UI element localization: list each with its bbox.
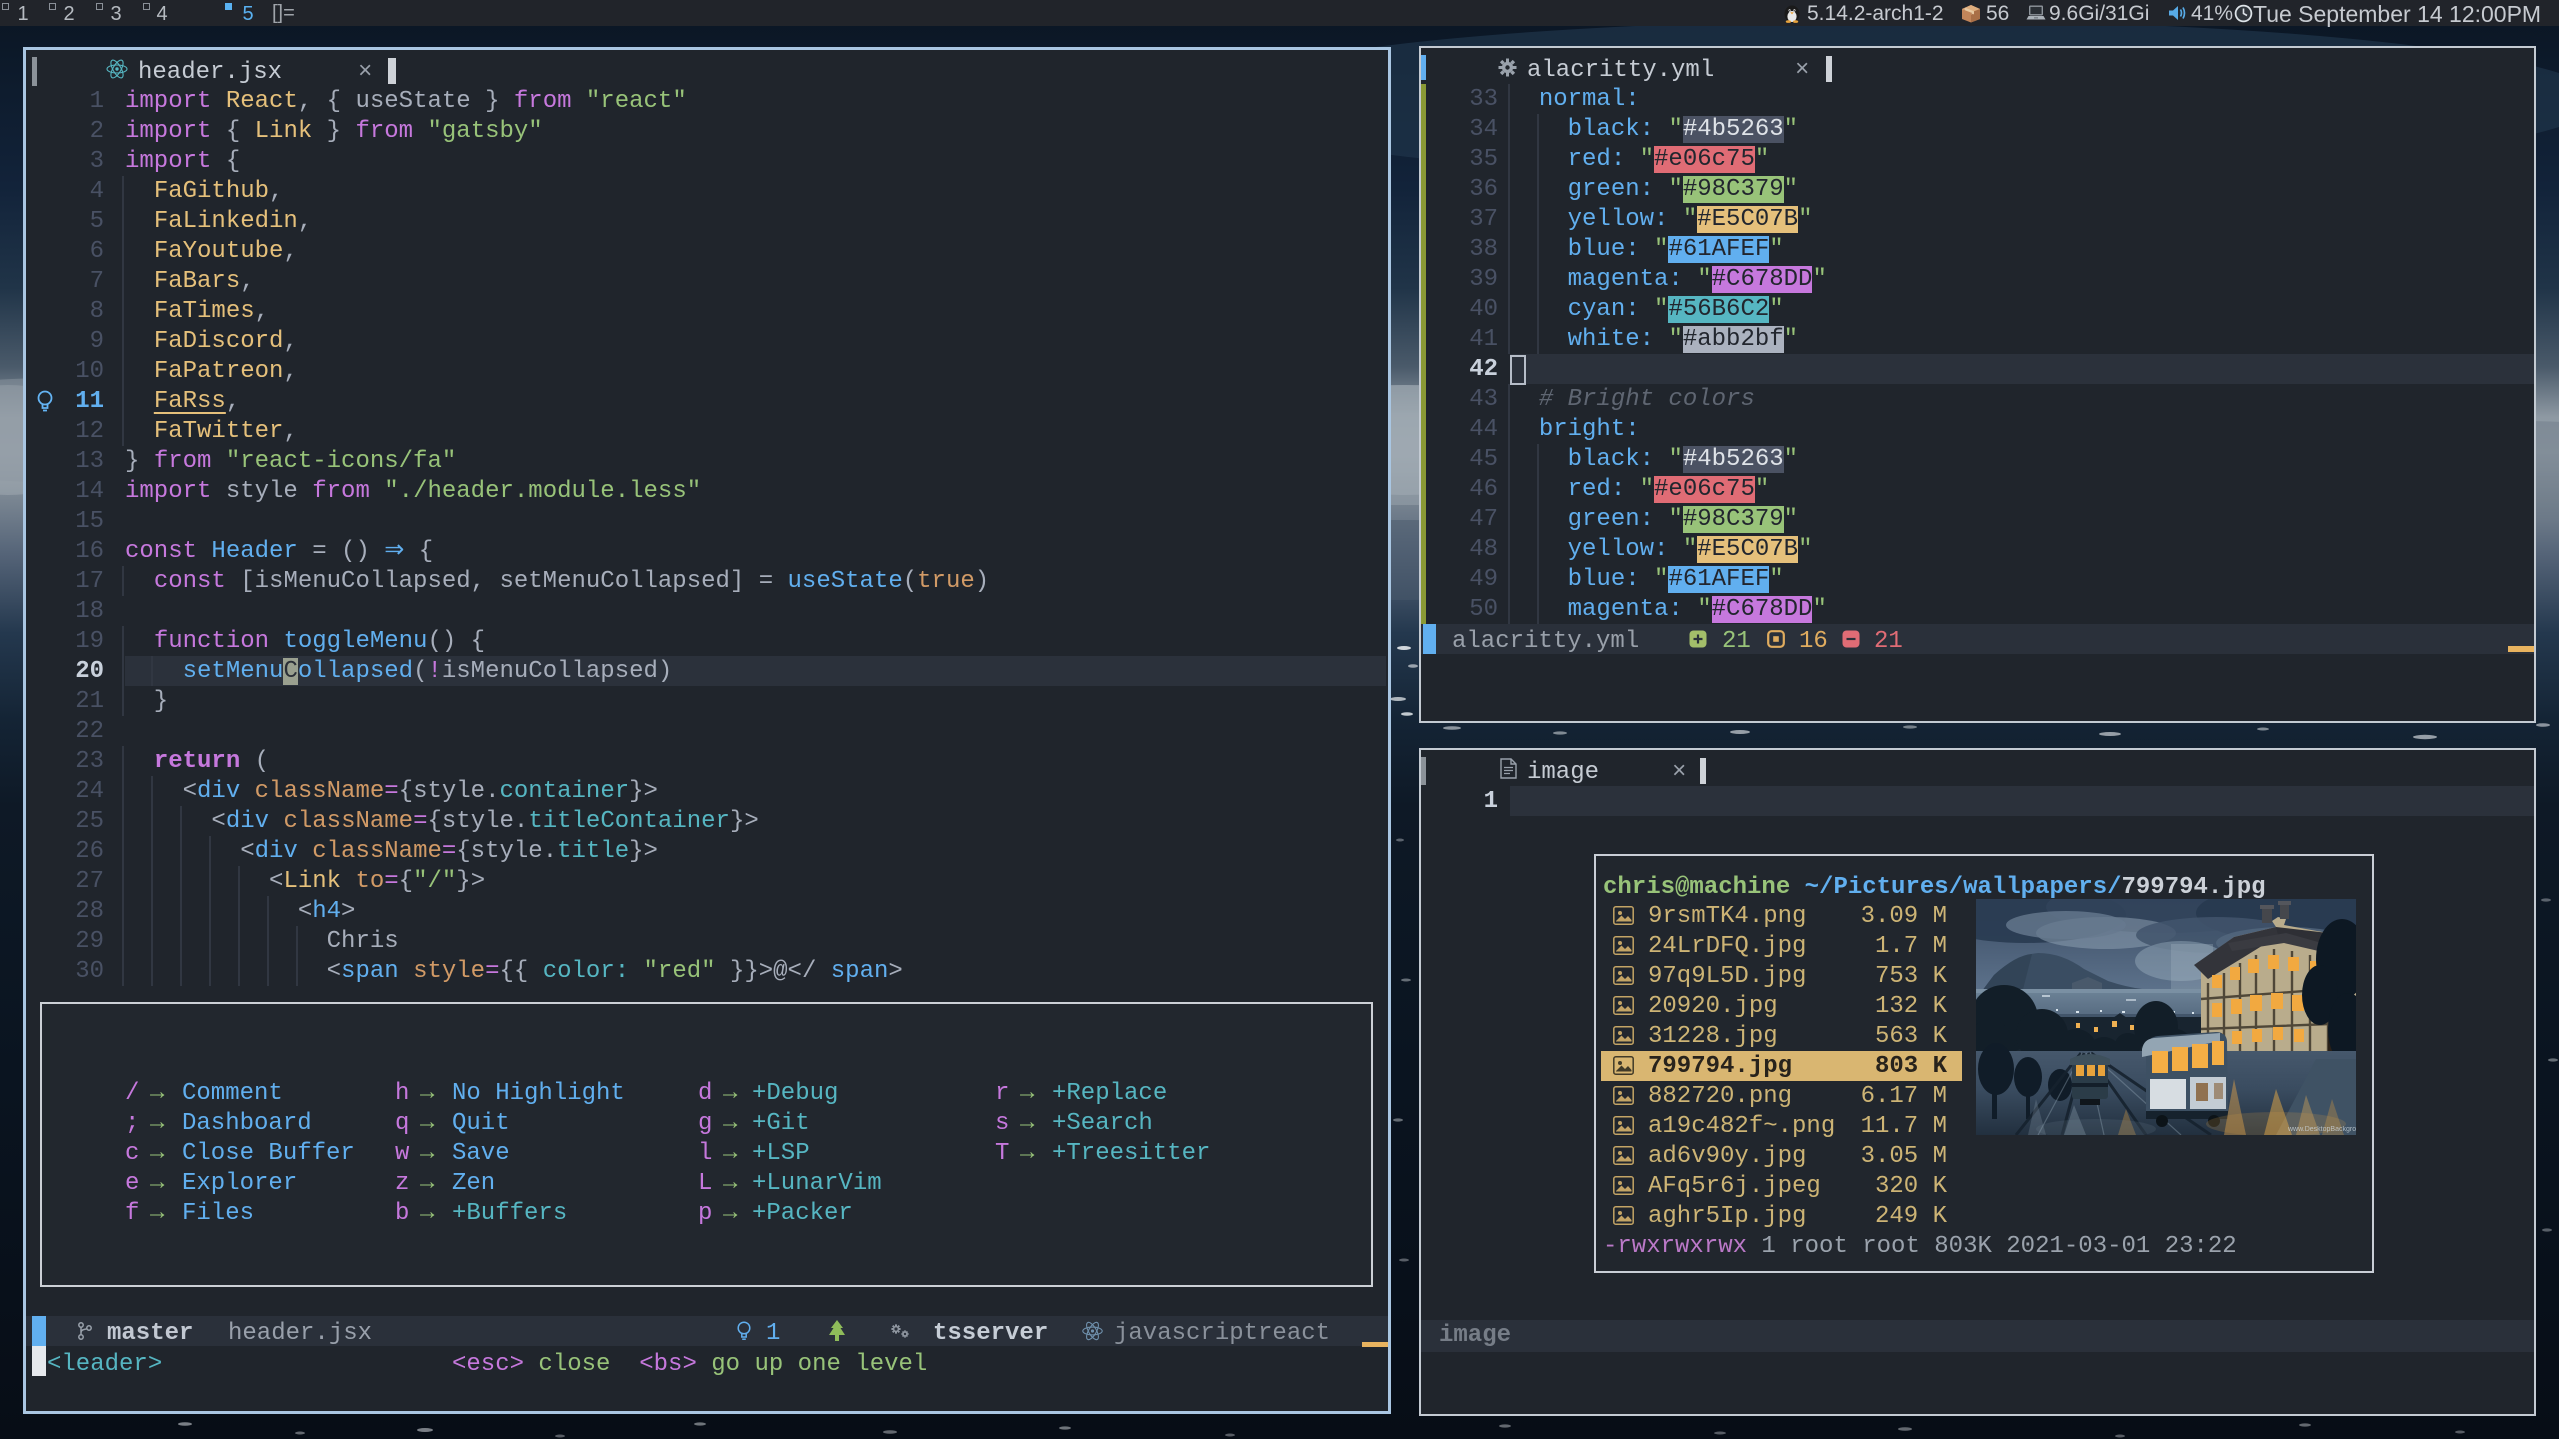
svg-text:www.DesktopBackground.org: www.DesktopBackground.org xyxy=(2287,1126,2356,1133)
